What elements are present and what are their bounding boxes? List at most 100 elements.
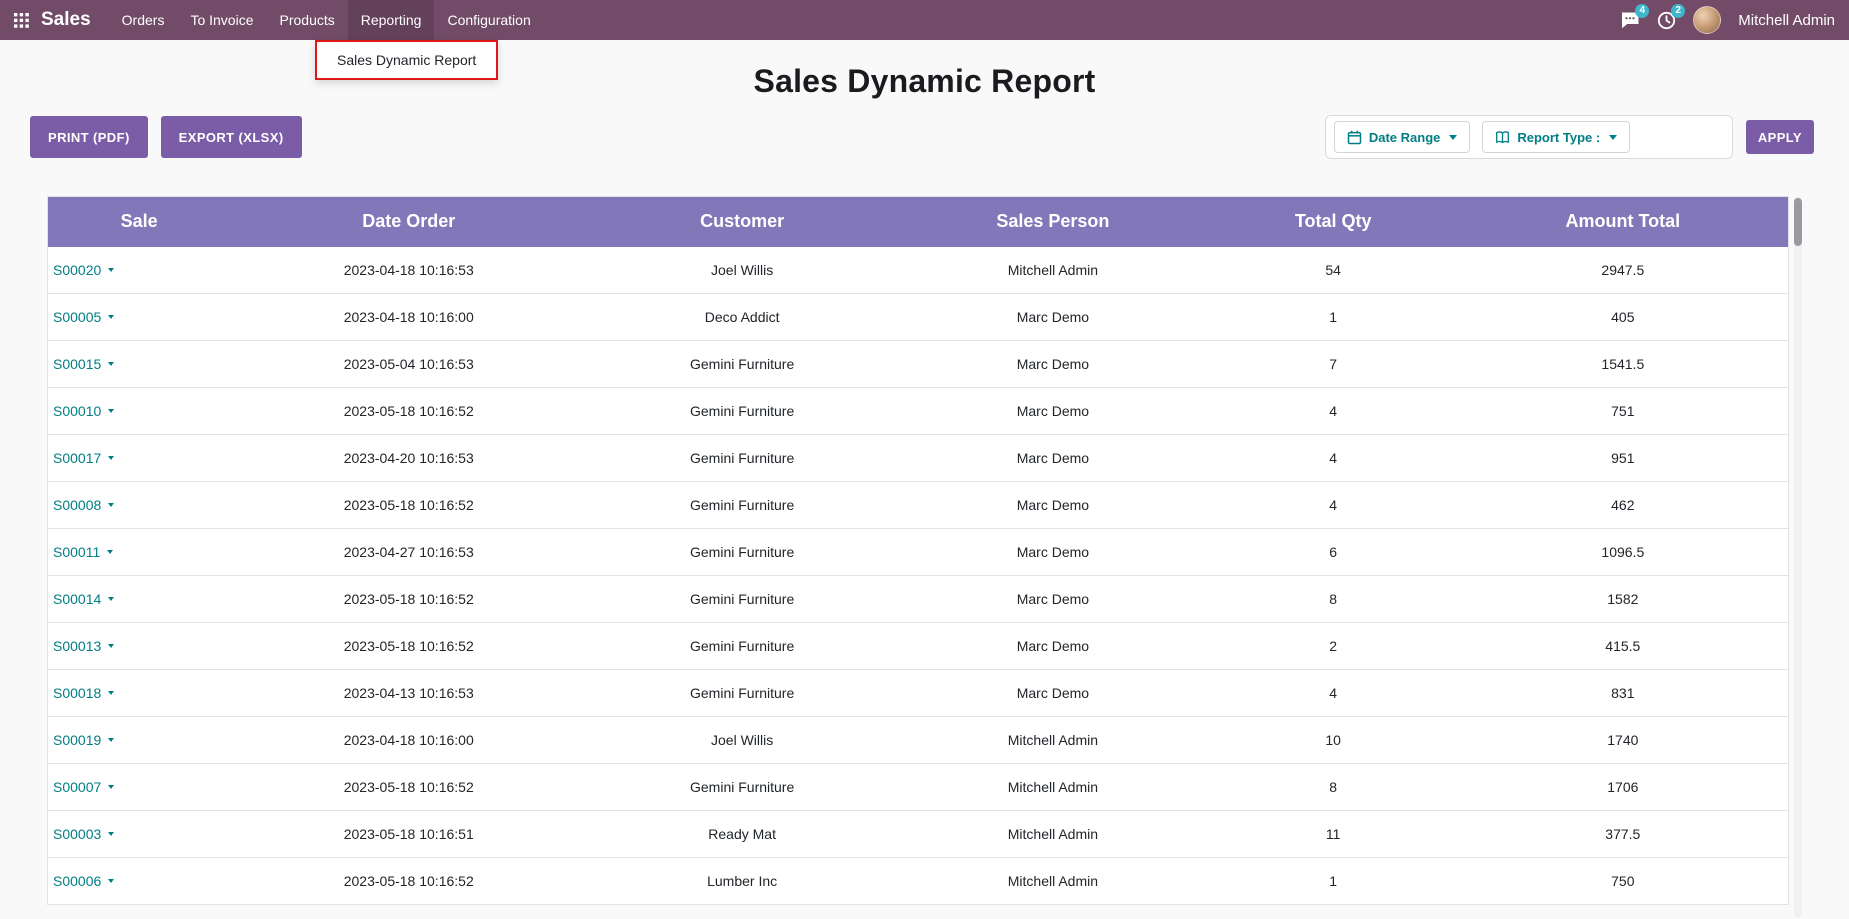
sale-order-link[interactable]: S00015 [53,356,114,372]
sale-order-link[interactable]: S00007 [53,779,114,795]
nav-item-products[interactable]: Products [267,0,348,40]
sale-order-link[interactable]: S00008 [53,497,114,513]
scrollbar-thumb[interactable] [1794,198,1802,246]
sale-order-link[interactable]: S00010 [53,403,114,419]
cell-date: 2023-04-27 10:16:53 [230,529,587,576]
nav-menu: OrdersTo InvoiceProductsReportingConfigu… [109,0,544,40]
nav-item-reporting[interactable]: Reporting [348,0,435,40]
caret-down-icon [108,409,114,413]
report-type-label: Report Type : [1517,130,1600,145]
apps-menu-button[interactable] [14,13,29,28]
cell-customer: Gemini Furniture [587,529,897,576]
sale-order-link[interactable]: S00003 [53,826,114,842]
print-pdf-button[interactable]: PRINT (PDF) [30,116,148,158]
cell-customer: Gemini Furniture [587,670,897,717]
cell-date: 2023-04-18 10:16:00 [230,294,587,341]
report-type-dropdown[interactable]: Report Type : [1482,121,1630,153]
sale-cell: S00014 [48,576,231,623]
sale-cell: S00007 [48,764,231,811]
sale-order-link[interactable]: S00019 [53,732,114,748]
cell-qty: 1 [1209,858,1458,905]
nav-item-orders[interactable]: Orders [109,0,178,40]
sale-cell: S00003 [48,811,231,858]
column-header-sales-person: Sales Person [897,197,1209,247]
export-xlsx-button[interactable]: EXPORT (XLSX) [161,116,302,158]
cell-total: 1541.5 [1458,341,1789,388]
user-name[interactable]: Mitchell Admin [1738,12,1835,29]
cell-qty: 54 [1209,247,1458,294]
sale-order-link[interactable]: S00017 [53,450,114,466]
date-range-dropdown[interactable]: Date Range [1334,121,1471,153]
cell-date: 2023-04-18 10:16:00 [230,717,587,764]
table-row: S000132023-05-18 10:16:52Gemini Furnitur… [48,623,1789,670]
cell-qty: 8 [1209,576,1458,623]
sale-order-link[interactable]: S00020 [53,262,114,278]
app-brand[interactable]: Sales [41,9,91,31]
sale-cell: S00006 [48,858,231,905]
sale-order-link[interactable]: S00018 [53,685,114,701]
top-navbar: Sales OrdersTo InvoiceProductsReportingC… [0,0,1849,40]
table-row: S000052023-04-18 10:16:00Deco AddictMarc… [48,294,1789,341]
cell-date: 2023-05-18 10:16:52 [230,576,587,623]
table-row: S000062023-05-18 10:16:52Lumber IncMitch… [48,858,1789,905]
cell-qty: 7 [1209,341,1458,388]
sale-cell: S00018 [48,670,231,717]
cell-total: 1740 [1458,717,1789,764]
cell-salesperson: Marc Demo [897,623,1209,670]
cell-total: 405 [1458,294,1789,341]
table-header-row: SaleDate OrderCustomerSales PersonTotal … [48,197,1789,247]
caret-down-icon [108,879,114,883]
cell-salesperson: Marc Demo [897,529,1209,576]
sale-order-link[interactable]: S00011 [53,544,113,560]
cell-customer: Gemini Furniture [587,435,897,482]
report-table: SaleDate OrderCustomerSales PersonTotal … [47,196,1789,905]
cell-date: 2023-05-18 10:16:52 [230,482,587,529]
table-body: S000202023-04-18 10:16:53Joel WillisMitc… [48,247,1789,905]
caret-down-icon [108,738,114,742]
cell-total: 751 [1458,388,1789,435]
cell-salesperson: Mitchell Admin [897,858,1209,905]
table-row: S000142023-05-18 10:16:52Gemini Furnitur… [48,576,1789,623]
sale-cell: S00013 [48,623,231,670]
cell-date: 2023-05-18 10:16:51 [230,811,587,858]
avatar[interactable] [1693,6,1721,34]
cell-qty: 11 [1209,811,1458,858]
table-row: S000202023-04-18 10:16:53Joel WillisMitc… [48,247,1789,294]
cell-customer: Lumber Inc [587,858,897,905]
sale-order-link[interactable]: S00006 [53,873,114,889]
cell-salesperson: Marc Demo [897,435,1209,482]
sale-order-link[interactable]: S00005 [53,309,114,325]
column-header-sale: Sale [48,197,231,247]
filter-box: Date Range Report Type : [1325,115,1733,159]
export-actions: PRINT (PDF) EXPORT (XLSX) [30,116,302,158]
cell-qty: 2 [1209,623,1458,670]
apps-grid-icon [14,13,29,28]
caret-down-icon [107,550,113,554]
cell-customer: Ready Mat [587,811,897,858]
page-title: Sales Dynamic Report [0,62,1849,100]
nav-item-to-invoice[interactable]: To Invoice [177,0,266,40]
activities-badge: 2 [1671,4,1685,18]
sale-order-link[interactable]: S00013 [53,638,114,654]
table-scrollbar[interactable] [1794,196,1802,918]
apply-button[interactable]: APPLY [1746,120,1814,154]
cell-date: 2023-05-04 10:16:53 [230,341,587,388]
activities-button[interactable]: 2 [1657,11,1676,30]
cell-customer: Deco Addict [587,294,897,341]
cell-salesperson: Marc Demo [897,341,1209,388]
dropdown-item-sales-dynamic-report[interactable]: Sales Dynamic Report [317,42,496,78]
caret-down-icon [108,785,114,789]
cell-date: 2023-05-18 10:16:52 [230,764,587,811]
caret-down-icon [108,832,114,836]
sale-order-link[interactable]: S00014 [53,591,114,607]
cell-qty: 4 [1209,388,1458,435]
nav-item-configuration[interactable]: Configuration [434,0,543,40]
messages-button[interactable]: 4 [1620,11,1640,30]
column-header-amount-total: Amount Total [1458,197,1789,247]
book-icon [1495,130,1510,145]
cell-salesperson: Marc Demo [897,388,1209,435]
cell-total: 750 [1458,858,1789,905]
sale-cell: S00005 [48,294,231,341]
table-row: S000082023-05-18 10:16:52Gemini Furnitur… [48,482,1789,529]
table-row: S000152023-05-04 10:16:53Gemini Furnitur… [48,341,1789,388]
